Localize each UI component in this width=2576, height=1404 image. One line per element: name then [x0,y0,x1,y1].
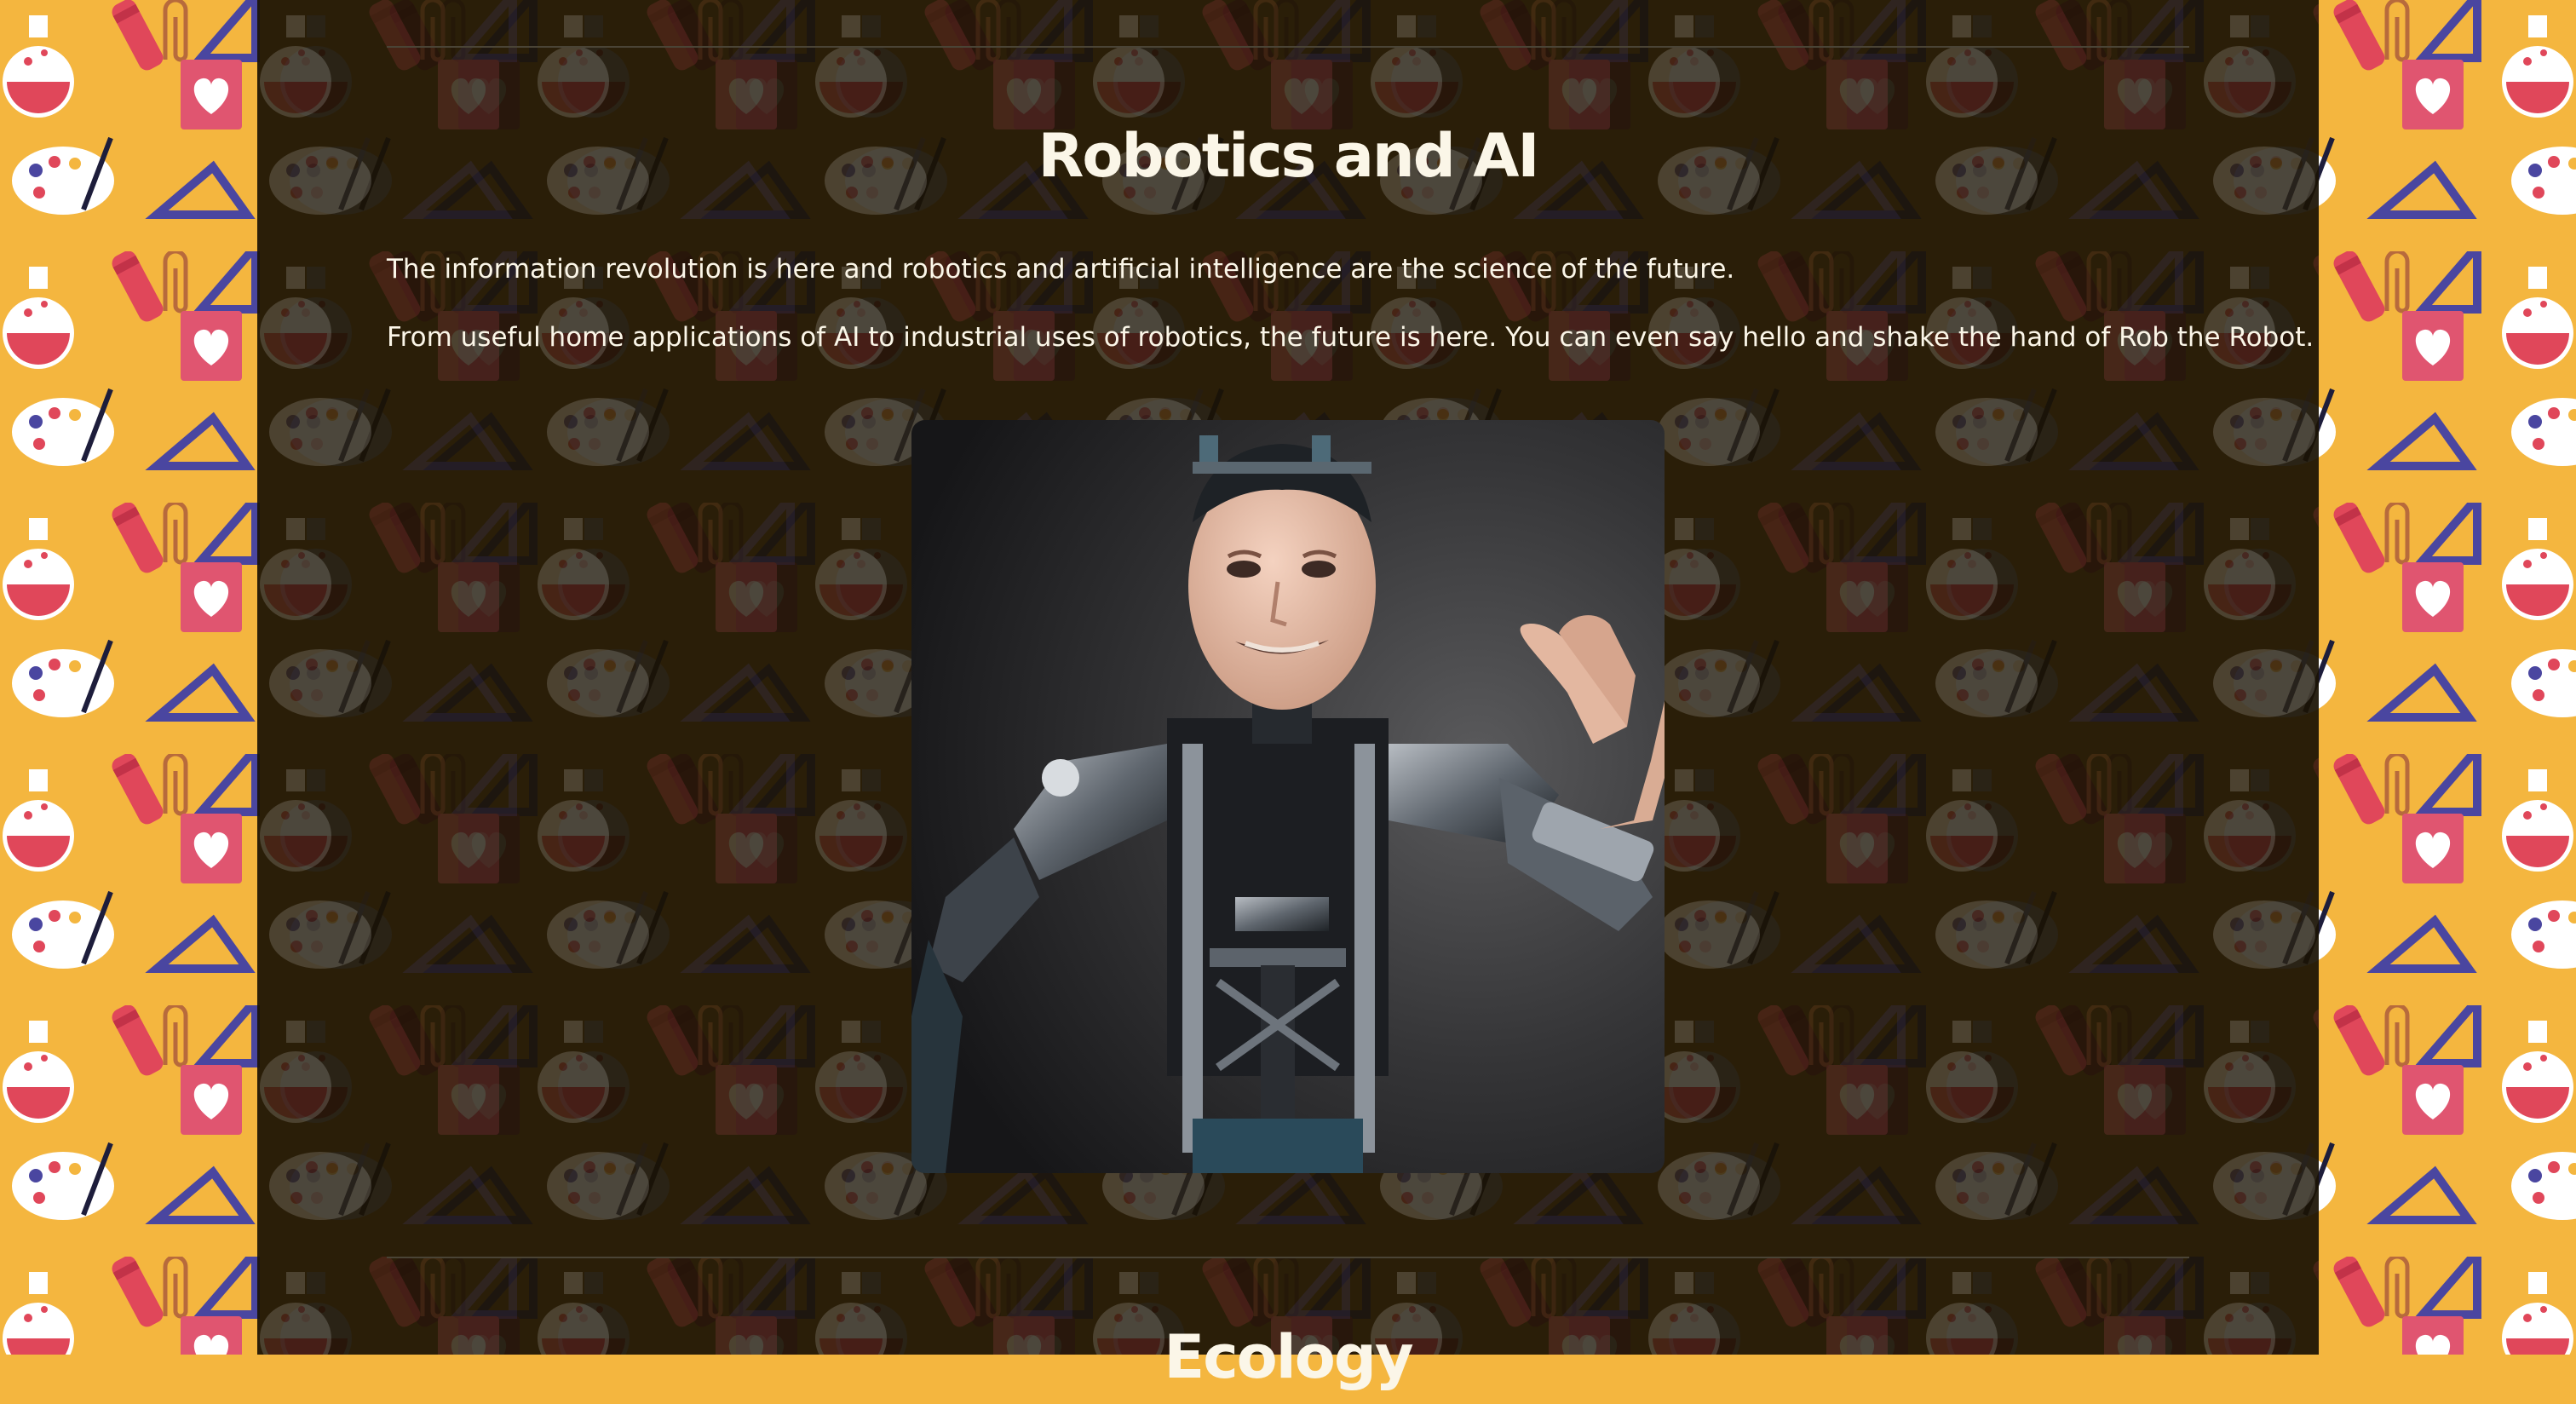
next-section-title: Ecology [1164,1322,1413,1392]
section-divider-bottom [387,1257,2189,1258]
section-divider-top [387,46,2189,48]
section-title: Robotics and AI [1038,121,1540,191]
robot-head [1188,435,1376,710]
details-paragraph: From useful home applications of AI to i… [387,322,2314,353]
robot-torso [1167,718,1389,1173]
robot-photo [911,420,1665,1173]
intro-paragraph: The information revolution is here and r… [387,254,1735,285]
main-content-panel: Robotics and AI The information revoluti… [257,0,2319,1392]
